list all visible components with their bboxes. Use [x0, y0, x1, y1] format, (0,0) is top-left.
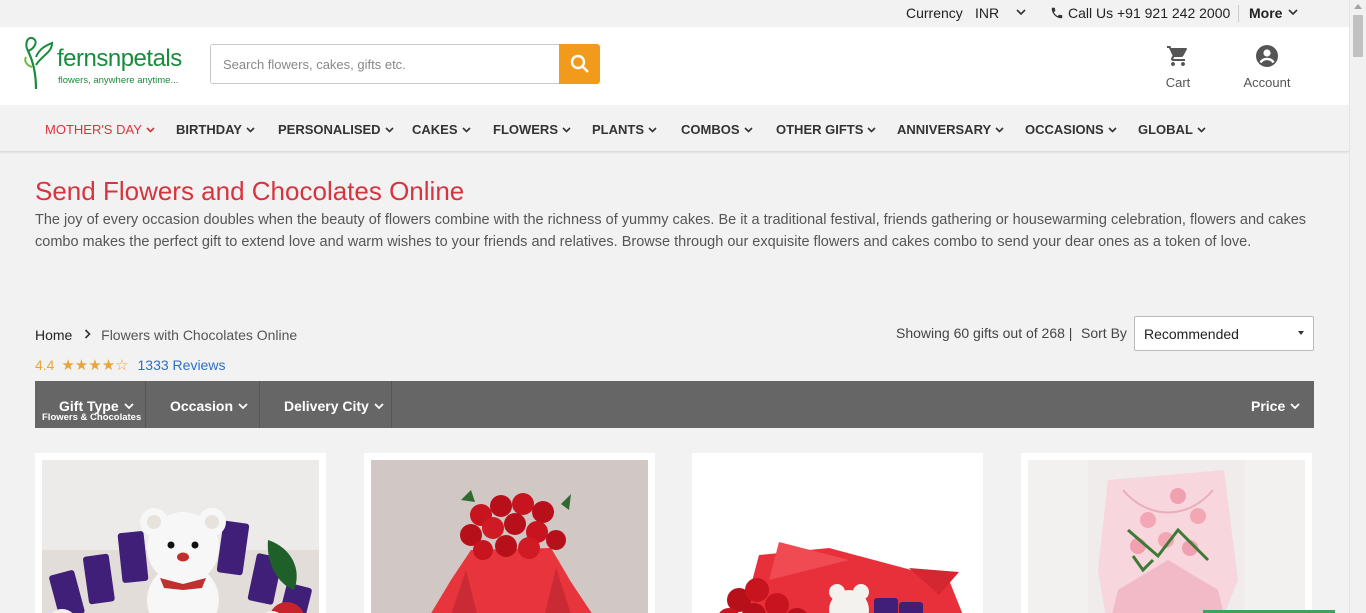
brand-logo[interactable]: fernsnpetals flowers, anywhere anytime..… [22, 31, 192, 91]
chevron-right-icon [84, 326, 91, 342]
nav-item-other-gifts[interactable]: OTHER GIFTS [776, 121, 876, 137]
star-rating-icon: ★★★★☆ [61, 357, 129, 374]
account-button[interactable]: Account [1234, 44, 1300, 94]
chevron-down-icon [1197, 121, 1206, 136]
page-title: Send Flowers and Chocolates Online [35, 176, 465, 206]
page-description: The joy of every occasion doubles when t… [35, 212, 1307, 250]
caret-down-icon [1298, 331, 1304, 335]
nav-item-mothers-day[interactable]: MOTHER'S DAY [45, 121, 155, 137]
nav-item-occasions[interactable]: OCCASIONS [1025, 121, 1117, 137]
site-header: fernsnpetals flowers, anywhere anytime..… [0, 27, 1349, 105]
filter-gift-type[interactable]: Gift Type Flowers & Chocolates [35, 381, 145, 428]
product-card[interactable] [1021, 453, 1312, 613]
nav-item-global[interactable]: GLOBAL [1138, 121, 1206, 137]
results-count: Showing 60 gifts out of 268 | [896, 325, 1073, 341]
product-image[interactable] [42, 460, 319, 613]
cart-icon [1167, 46, 1187, 66]
chevron-down-icon [1108, 121, 1117, 136]
chevron-down-icon [1290, 397, 1300, 413]
nav-item-flowers[interactable]: FLOWERS [493, 121, 571, 137]
product-image[interactable] [371, 460, 648, 613]
page-scrollbar[interactable] [1349, 0, 1366, 613]
nav-item-combos[interactable]: COMBOS [681, 121, 753, 137]
chevron-down-icon [238, 397, 248, 413]
chevron-down-icon [743, 121, 753, 136]
more-menu[interactable]: More [1249, 5, 1282, 21]
account-label: Account [1243, 75, 1291, 90]
nav-item-plants[interactable]: PLANTS [592, 121, 657, 137]
brand-name: fernsnpetals [57, 45, 182, 72]
chevron-down-icon [246, 121, 255, 136]
chevron-down-icon [648, 121, 657, 136]
product-image[interactable] [699, 460, 976, 613]
chevron-down-icon [146, 121, 155, 136]
breadcrumb: Home Flowers with Chocolates Online [35, 326, 297, 343]
product-card[interactable] [35, 453, 326, 613]
filter-gift-type-selected: Flowers & Chocolates [42, 412, 142, 423]
rating-score: 4.4 [35, 357, 55, 373]
currency-label: Currency [906, 5, 963, 21]
chevron-down-icon [562, 121, 571, 136]
category-nav: MOTHER'S DAY BIRTHDAY PERSONALISED CAKES… [0, 105, 1349, 152]
flower-logo-icon [24, 37, 54, 90]
chevron-down-icon [374, 397, 384, 413]
sort-label: Sort By [1081, 325, 1127, 341]
scrollbar-thumb[interactable] [1353, 15, 1363, 57]
rating-summary: 4.4 ★★★★☆ 1333 Reviews [35, 356, 225, 374]
filter-bar: Gift Type Flowers & Chocolates Occasion … [35, 381, 1314, 428]
cart-button[interactable]: Cart [1150, 44, 1206, 94]
nav-item-birthday[interactable]: BIRTHDAY [176, 121, 255, 137]
product-card[interactable] [692, 453, 983, 613]
chevron-down-icon[interactable] [1015, 4, 1027, 23]
nav-item-cakes[interactable]: CAKES [412, 121, 471, 137]
breadcrumb-home-link[interactable]: Home [35, 327, 72, 343]
nav-item-personalised[interactable]: PERSONALISED [278, 121, 394, 137]
filter-occasion[interactable]: Occasion [146, 381, 259, 428]
search-button[interactable] [559, 44, 600, 84]
chevron-down-icon [995, 121, 1004, 136]
account-icon [1256, 45, 1278, 67]
chevron-down-icon [124, 397, 134, 413]
call-us-link[interactable]: Call Us +91 921 242 2000 [1068, 5, 1230, 21]
breadcrumb-current: Flowers with Chocolates Online [101, 327, 298, 343]
brand-tagline: flowers, anywhere anytime... [58, 75, 179, 86]
reviews-link[interactable]: Reviews [173, 357, 226, 373]
chevron-down-icon [867, 121, 876, 136]
product-image[interactable] [1028, 460, 1305, 613]
chevron-down-icon[interactable] [1287, 4, 1299, 23]
search-icon [570, 54, 589, 73]
filter-price[interactable]: Price [1231, 381, 1314, 428]
filter-delivery-city[interactable]: Delivery City [260, 381, 391, 428]
reviews-count-link[interactable]: 1333 [138, 357, 169, 373]
divider [391, 381, 392, 428]
sort-value: Recommended [1144, 326, 1239, 342]
scroll-up-arrow-icon[interactable] [1354, 4, 1362, 9]
nav-item-anniversary[interactable]: ANNIVERSARY [897, 121, 1004, 137]
chevron-down-icon [461, 121, 471, 136]
phone-icon [1050, 6, 1064, 23]
currency-select[interactable]: INR [975, 5, 999, 21]
sort-select[interactable]: Recommended [1134, 316, 1314, 351]
cart-label: Cart [1165, 75, 1191, 90]
search-input[interactable] [210, 44, 559, 84]
top-utility-bar: Currency INR Call Us +91 921 242 2000 Mo… [0, 0, 1349, 27]
divider [1238, 5, 1239, 22]
product-card[interactable] [364, 453, 655, 613]
chevron-down-icon [385, 121, 394, 136]
